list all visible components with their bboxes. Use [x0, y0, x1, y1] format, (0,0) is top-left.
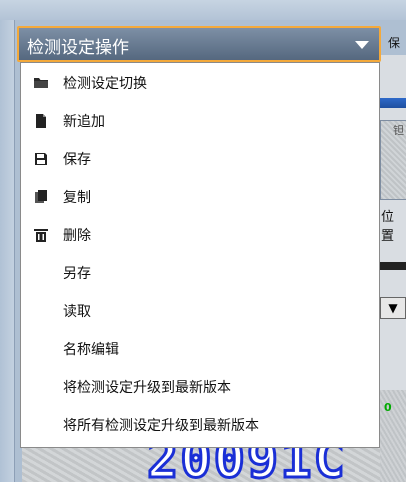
- copy-icon: [35, 190, 47, 203]
- menu-item-label: 名称编辑: [63, 342, 119, 358]
- background-digits: 20091C: [146, 448, 347, 482]
- menu-item-label: 检测设定切换: [63, 76, 147, 92]
- menu-item-upgrade-setting[interactable]: 将检测设定升级到最新版本: [21, 371, 379, 403]
- background-divider: [380, 262, 406, 270]
- save-icon: [35, 153, 47, 165]
- menu-item-label: 读取: [63, 304, 91, 320]
- menu-item-label: 将所有检测设定升级到最新版本: [63, 418, 259, 434]
- menu-item-label: 新追加: [63, 114, 105, 130]
- folder-icon: [34, 78, 48, 88]
- background-value-label: 0: [384, 401, 392, 414]
- new-file-icon: [36, 114, 46, 128]
- menu-item-label: 删除: [63, 228, 91, 244]
- inspection-setting-menu: 检测设定切换 新追加 保存 复制 删除 另存 读取 名称编辑 将检测设定升级到最…: [20, 62, 380, 448]
- background-position-label: 位置: [381, 210, 395, 244]
- app-left-edge: [0, 20, 15, 482]
- menu-item-label: 复制: [63, 190, 91, 206]
- menu-item-save[interactable]: 保存: [21, 143, 379, 175]
- trash-icon: [34, 229, 48, 242]
- background-tab-strip: [380, 98, 406, 108]
- app-top-bar: [0, 0, 406, 20]
- menu-item-save-as[interactable]: 另存: [21, 257, 379, 289]
- menu-item-upgrade-all-settings[interactable]: 将所有检测设定升级到最新版本: [21, 409, 379, 441]
- menu-item-label: 将检测设定升级到最新版本: [63, 380, 231, 396]
- background-camera-image: 20091C: [22, 448, 380, 482]
- inspection-setting-combo[interactable]: 检测设定操作: [17, 26, 381, 62]
- combo-title: 检测设定操作: [27, 38, 129, 58]
- menu-item-new[interactable]: 新追加: [21, 105, 379, 137]
- menu-item-rename[interactable]: 名称编辑: [21, 333, 379, 365]
- menu-item-load[interactable]: 读取: [21, 295, 379, 327]
- menu-item-delete[interactable]: 删除: [21, 219, 379, 251]
- menu-item-copy[interactable]: 复制: [21, 181, 379, 213]
- menu-item-label: 保存: [63, 152, 91, 168]
- menu-item-label: 另存: [63, 266, 91, 282]
- background-save-button[interactable]: 保: [388, 34, 400, 51]
- background-label-fragment: 钽: [393, 124, 404, 137]
- background-dropdown-button[interactable]: ▼: [380, 297, 406, 319]
- chevron-down-icon: [355, 41, 369, 49]
- menu-item-switch-setting[interactable]: 检测设定切换: [21, 67, 379, 99]
